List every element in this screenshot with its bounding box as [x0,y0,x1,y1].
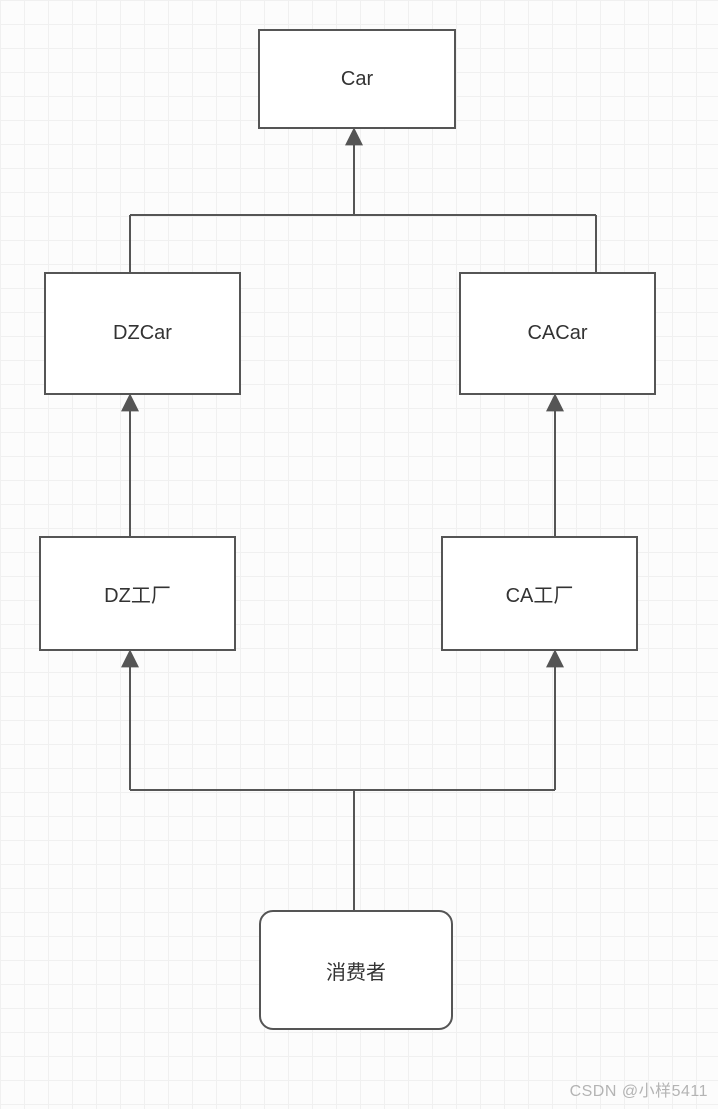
consumer-label: 消费者 [326,956,386,985]
ca-factory-node: CA工厂 [441,536,638,651]
dzcar-label: DZCar [113,322,172,345]
dz-factory-node: DZ工厂 [39,536,236,651]
car-node: Car [258,29,456,129]
ca-factory-label: CA工厂 [506,579,574,608]
dzcar-node: DZCar [44,272,241,395]
dz-factory-label: DZ工厂 [104,579,171,608]
cacar-node: CACar [459,272,656,395]
car-label: Car [341,68,373,91]
cacar-label: CACar [527,322,587,345]
watermark: CSDN @小样5411 [570,1077,708,1101]
consumer-node: 消费者 [259,910,453,1030]
